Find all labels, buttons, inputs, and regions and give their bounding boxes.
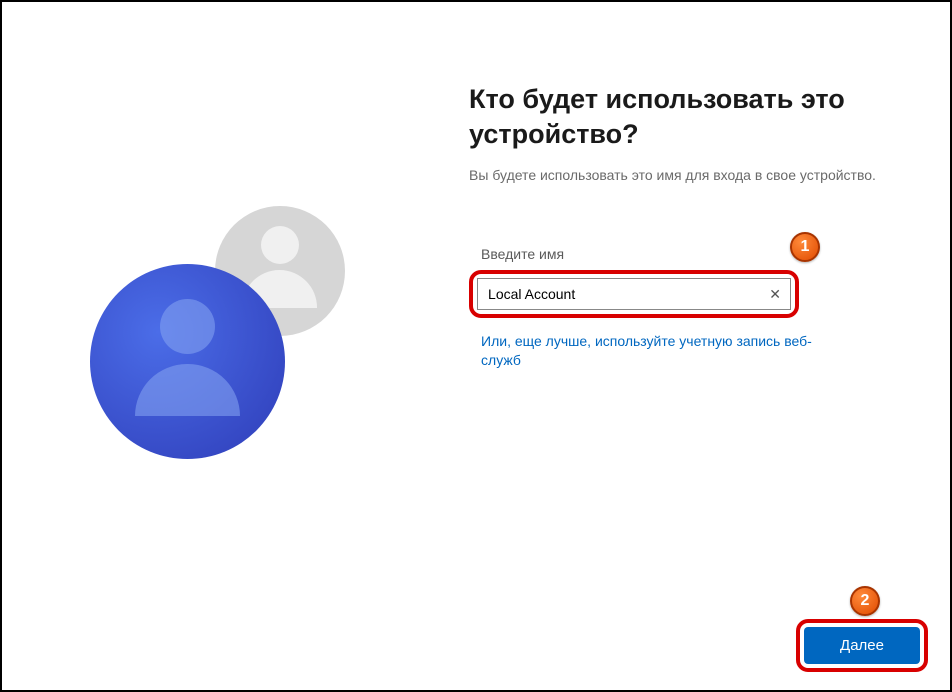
name-field-label: Введите имя (481, 246, 900, 262)
page-heading: Кто будет использовать это устройство? (469, 82, 900, 152)
illustration-panel (2, 2, 457, 690)
clear-input-icon[interactable]: ✕ (769, 287, 781, 301)
next-button[interactable]: Далее (804, 627, 920, 664)
avatar-primary-icon (90, 264, 285, 459)
annotation-badge-1: 1 (790, 232, 820, 262)
next-button-highlight: Далее (796, 619, 928, 672)
use-web-account-link[interactable]: Или, еще лучше, используйте учетную запи… (481, 332, 851, 371)
name-input-highlight: ✕ (469, 270, 799, 318)
page-subtitle: Вы будете использовать это имя для входа… (469, 166, 900, 186)
name-input[interactable] (477, 278, 791, 310)
avatar-illustration (90, 206, 370, 486)
form-panel: Кто будет использовать это устройство? В… (457, 2, 950, 690)
annotation-badge-2: 2 (850, 586, 880, 616)
